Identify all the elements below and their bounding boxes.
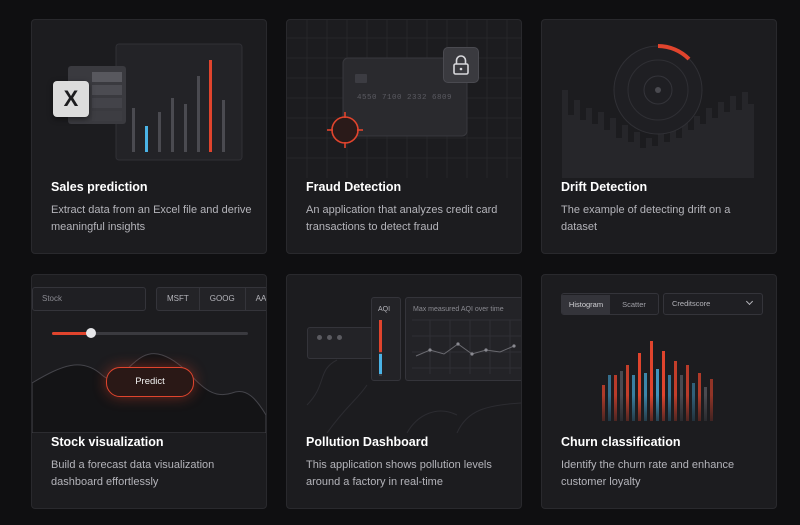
bar — [184, 104, 187, 152]
card-sales-prediction[interactable]: X Sales prediction Extract data from an … — [31, 19, 267, 254]
target-icon — [327, 112, 363, 148]
credit-card-number: 4550 7100 2332 6809 — [357, 94, 453, 102]
lock-icon — [443, 47, 479, 83]
app-gallery: X Sales prediction Extract data from an … — [0, 0, 800, 525]
card-title: Pollution Dashboard — [306, 435, 429, 449]
card-description: The example of detecting drift on a data… — [561, 204, 731, 233]
card-churn-classification[interactable]: Histogram Scatter Creditscore Churn clas… — [541, 274, 777, 509]
card-description: Build a forecast data visualization dash… — [51, 459, 215, 488]
card-title: Drift Detection — [561, 180, 648, 194]
card-pollution-dashboard[interactable]: AQI Max measured AQI over time Pollution… — [286, 274, 522, 509]
bar — [132, 108, 135, 152]
card-description: Identify the churn rate and enhance cust… — [561, 459, 735, 488]
predict-button[interactable]: Predict — [106, 367, 194, 397]
card-stock-visualization[interactable]: Stock MSFT GOOG AA Predict Stock visualiza… — [31, 274, 267, 509]
aqi-level-bar-blue — [379, 354, 382, 374]
fraud-illustration: 4550 7100 2332 6809 — [287, 20, 521, 178]
card-description: This application shows pollution levels … — [306, 459, 492, 488]
churn-illustration: Histogram Scatter Creditscore — [542, 275, 776, 433]
card-title: Sales prediction — [51, 180, 148, 194]
card-description: An application that analyzes credit card… — [306, 204, 498, 233]
map-panel — [307, 327, 373, 359]
aqi-panel: AQI — [371, 297, 401, 381]
bar — [145, 126, 148, 152]
excel-icon-letter: X — [63, 86, 79, 111]
card-title: Churn classification — [561, 435, 681, 449]
bar — [222, 100, 225, 152]
excel-icon: X — [53, 81, 89, 117]
stock-illustration: Stock MSFT GOOG AA Predict — [32, 275, 266, 433]
pollution-illustration: AQI Max measured AQI over time — [287, 275, 521, 433]
bar — [171, 98, 174, 152]
bar — [209, 60, 212, 152]
card-title: Stock visualization — [51, 435, 164, 449]
card-title: Fraud Detection — [306, 180, 402, 194]
sales-illustration: X — [32, 20, 266, 178]
drift-illustration — [542, 20, 776, 178]
aqi-chart-panel: Max measured AQI over time — [405, 297, 521, 381]
aqi-level-bar — [379, 320, 382, 352]
bar — [158, 112, 161, 152]
card-fraud-detection[interactable]: 4550 7100 2332 6809 Fraud Detection An a… — [286, 19, 522, 254]
card-drift-detection[interactable]: Drift Detection The example of detecting… — [541, 19, 777, 254]
bar — [197, 76, 200, 152]
aqi-label: AQI — [378, 306, 391, 313]
card-description: Extract data from an Excel file and deri… — [51, 204, 252, 233]
